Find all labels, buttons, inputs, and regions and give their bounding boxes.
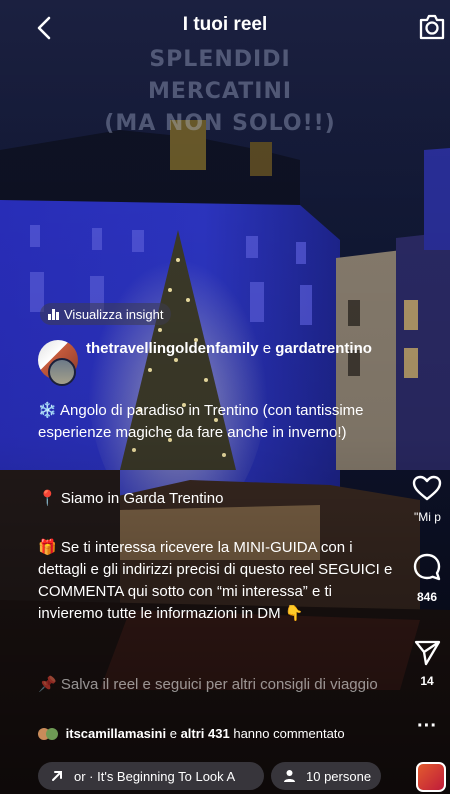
author-connector: e (262, 340, 272, 357)
tagged-people-chip[interactable]: 10 persone (271, 762, 381, 790)
heart-icon[interactable] (412, 474, 442, 502)
comment-action[interactable]: 846 (404, 552, 450, 604)
person-icon (283, 769, 296, 783)
music-track-label: or · It's Beginning To Look A (74, 768, 236, 784)
tagged-people-label: 10 persone (306, 768, 372, 784)
comments-count: 846 (416, 590, 438, 604)
comment-bubble-icon[interactable] (412, 552, 442, 582)
like-action[interactable]: "Mi p (404, 474, 450, 524)
caption-paragraph-3: 🎁 Se ti interessa ricevere la MINI-GUIDA… (38, 539, 393, 622)
audio-album-art[interactable] (416, 762, 446, 792)
author-line: thetravellingoldenfamily e gardatrentino (86, 340, 406, 358)
page-title: I tuoi reel (182, 14, 268, 35)
author-username[interactable]: thetravellingoldenfamily (86, 340, 259, 357)
bar-chart-icon (48, 308, 59, 320)
coauthor-username[interactable]: gardatrentino (275, 340, 372, 357)
share-action[interactable]: 14 (404, 638, 450, 688)
caption-paragraph-2: 📍 Siamo in Garda Trentino (38, 490, 224, 507)
likes-label: "Mi p (414, 510, 441, 524)
more-options-icon[interactable]: ··· (404, 716, 450, 736)
comments-connector: e (169, 726, 177, 741)
caption-paragraph-4[interactable]: 📌 Salva il reel e seguici per altri cons… (38, 674, 400, 696)
view-insights-button[interactable]: Visualizza insight (40, 303, 172, 325)
overlay-line-2: (MA NON SOLO!!) (104, 111, 336, 136)
comments-summary[interactable]: itscamillamasini e altri 431 hanno comme… (38, 726, 398, 741)
other-commenters[interactable]: altri 431 (181, 726, 230, 741)
commenter-avatar (46, 728, 58, 740)
top-bar: I tuoi reel (0, 0, 450, 54)
shares-count: 14 (420, 674, 434, 688)
comments-suffix: hanno commentato (233, 726, 345, 741)
post-author: thetravellingoldenfamily e gardatrentino (38, 340, 408, 386)
camera-icon[interactable] (418, 12, 446, 42)
commenter-username[interactable]: itscamillamasini (66, 726, 166, 741)
music-chip[interactable]: or · It's Beginning To Look A (38, 762, 264, 790)
arrow-up-right-icon (50, 769, 64, 783)
paper-plane-icon[interactable] (413, 638, 441, 666)
video-text-overlay: SPLENDIDI MERCATINI (MA NON SOLO!!) (100, 44, 340, 140)
caption-paragraph-1: ❄️ Angolo di paradiso in Trentino (con t… (38, 402, 364, 441)
view-insights-label: Visualizza insight (64, 306, 164, 322)
coauthor-avatar[interactable] (48, 358, 76, 386)
